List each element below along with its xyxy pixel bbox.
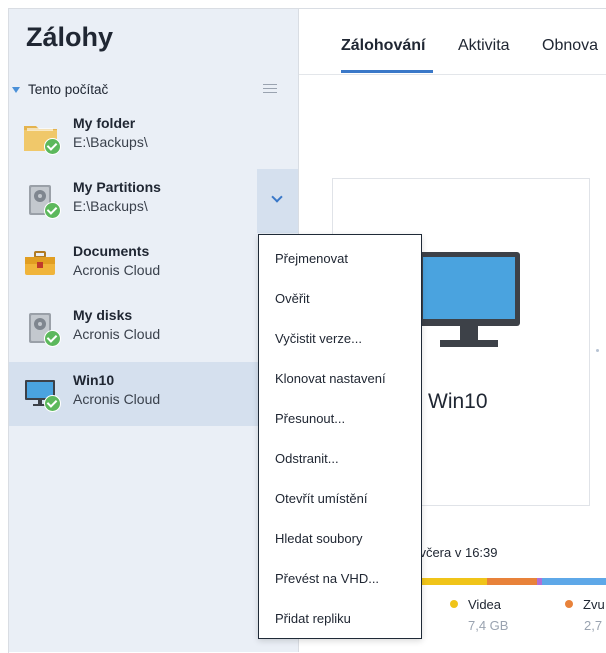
menu-item-open-location[interactable]: Otevřít umístění — [275, 491, 367, 506]
hard-drive-icon — [23, 311, 61, 347]
legend-size-sounds: 2,7 — [584, 618, 603, 633]
backup-item-my-folder[interactable]: My folder E:\Backups\ — [9, 105, 298, 169]
collapse-triangle-icon[interactable] — [12, 86, 20, 93]
status-ok-icon — [44, 138, 61, 155]
menu-item-move[interactable]: Přesunout... — [275, 411, 345, 426]
backup-destination: Acronis Cloud — [73, 326, 161, 342]
backup-destination: Acronis Cloud — [73, 262, 161, 278]
sidebar-title: Zálohy — [26, 22, 114, 52]
sounds-bullet-icon — [565, 600, 573, 608]
storage-usage-bar — [421, 578, 606, 585]
menu-item-delete[interactable]: Odstranit... — [275, 451, 339, 466]
menu-item-convert-to-vhd[interactable]: Převést na VHD... — [275, 571, 379, 586]
connector-dot — [596, 349, 599, 352]
backup-item-my-disks[interactable]: My disks Acronis Cloud — [9, 297, 298, 361]
backup-item-win10[interactable]: Win10 Acronis Cloud — [9, 362, 298, 426]
backup-item-my-partitions[interactable]: My Partitions E:\Backups\ — [9, 169, 298, 233]
menu-item-validate[interactable]: Ověřit — [275, 291, 310, 306]
backup-name: Documents — [73, 243, 150, 259]
backup-destination: E:\Backups\ — [73, 134, 148, 150]
legend-label: Videa — [468, 597, 502, 612]
status-ok-icon — [44, 202, 61, 219]
legend-size-videos: 7,4 GB — [468, 618, 509, 633]
tab-activity[interactable]: Aktivita — [458, 37, 510, 55]
backup-name: Win10 — [73, 372, 115, 388]
backup-item-documents[interactable]: Documents Acronis Cloud — [9, 233, 298, 297]
context-menu: Přejmenovat Ověřit Vyčistit verze... Klo… — [258, 234, 422, 639]
card-title: Win10 — [428, 390, 488, 413]
videos-bullet-icon — [450, 600, 458, 608]
section-this-computer[interactable]: Tento počítač — [12, 82, 108, 97]
legend-sounds: Zvu — [565, 597, 605, 612]
section-label: Tento počítač — [28, 82, 109, 97]
tab-divider — [299, 74, 606, 75]
folder-icon — [23, 119, 61, 155]
menu-item-clone-settings[interactable]: Klonovat nastavení — [275, 371, 386, 386]
backup-destination: E:\Backups\ — [73, 198, 148, 214]
menu-item-rename[interactable]: Přejmenovat — [275, 251, 348, 266]
hard-drive-icon — [23, 183, 61, 219]
status-ok-icon — [44, 395, 61, 412]
monitor-icon — [23, 376, 61, 412]
active-tab-indicator — [341, 70, 433, 73]
backup-name: My Partitions — [73, 179, 161, 195]
chevron-down-icon — [271, 191, 283, 203]
backup-name: My folder — [73, 115, 136, 131]
hamburger-menu-icon[interactable] — [263, 84, 277, 96]
menu-item-search-files[interactable]: Hledat soubory — [275, 531, 362, 546]
legend-label: Zvu — [583, 597, 605, 612]
bar-segment-sounds — [487, 578, 537, 585]
tab-backup[interactable]: Zálohování — [341, 37, 425, 55]
legend-videos: Videa — [450, 597, 501, 612]
bar-segment-remaining — [542, 578, 606, 585]
bar-segment-videos — [421, 578, 487, 585]
backup-destination: Acronis Cloud — [73, 391, 161, 407]
backup-name: My disks — [73, 307, 133, 323]
menu-item-add-replica[interactable]: Přidat repliku — [275, 611, 351, 626]
menu-item-clean-up-versions[interactable]: Vyčistit verze... — [275, 331, 362, 346]
status-ok-icon — [44, 330, 61, 347]
briefcase-icon — [23, 247, 59, 281]
computer-monitor-icon — [418, 252, 520, 347]
item-options-dropdown-button[interactable] — [257, 169, 298, 233]
tab-recovery[interactable]: Obnova — [542, 37, 598, 55]
